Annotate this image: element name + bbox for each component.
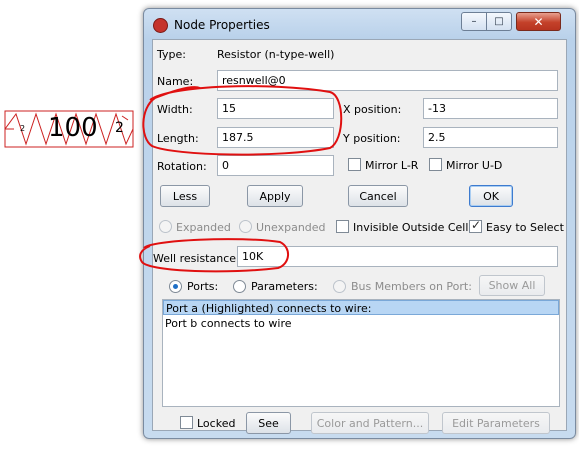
maximize-button[interactable]: □ xyxy=(486,12,512,31)
mirror-ud-checkbox[interactable] xyxy=(429,158,442,171)
color-and-pattern-button[interactable]: Color and Pattern... xyxy=(311,412,429,434)
type-value: Resistor (n-type-well) xyxy=(217,48,335,61)
unexpanded-radio[interactable] xyxy=(239,220,252,233)
close-icon: ✕ xyxy=(533,14,544,29)
rotation-field[interactable]: 0 xyxy=(217,155,334,176)
list-item[interactable]: Port b connects to wire xyxy=(163,316,559,331)
resistor-value-label: 100 xyxy=(48,113,98,143)
invisible-outside-cell-label: Invisible Outside Cell xyxy=(353,221,469,234)
ports-list[interactable]: Port a (Highlighted) connects to wire: P… xyxy=(162,299,560,407)
name-label: Name: xyxy=(157,75,194,88)
mirror-lr-checkbox[interactable] xyxy=(348,158,361,171)
right-pin-label: 2 xyxy=(115,120,124,136)
ports-radio[interactable] xyxy=(169,280,182,293)
parameters-label: Parameters: xyxy=(251,280,318,293)
mirror-ud-label: Mirror U-D xyxy=(446,159,503,172)
ok-button[interactable]: OK xyxy=(469,185,513,207)
list-item[interactable]: Port a (Highlighted) connects to wire: xyxy=(163,300,559,315)
edit-parameters-button[interactable]: Edit Parameters xyxy=(442,412,550,434)
x-position-label: X position: xyxy=(343,103,402,116)
show-all-button[interactable]: Show All xyxy=(479,275,545,296)
type-label: Type: xyxy=(157,48,186,61)
bus-members-radio[interactable] xyxy=(333,280,346,293)
window-title: Node Properties xyxy=(174,18,270,32)
y-position-label: Y position: xyxy=(343,132,401,145)
node-properties-window[interactable]: Node Properties – □ ✕ Type: Resistor (n-… xyxy=(143,8,576,439)
name-field[interactable]: resnwell@0 xyxy=(217,70,558,91)
unexpanded-label: Unexpanded xyxy=(256,221,326,234)
mirror-lr-label: Mirror L-R xyxy=(365,159,419,172)
locked-label: Locked xyxy=(197,417,236,430)
app-icon xyxy=(153,18,168,33)
y-position-field[interactable]: 2.5 xyxy=(423,127,558,148)
invisible-outside-cell-checkbox[interactable] xyxy=(336,220,349,233)
apply-button[interactable]: Apply xyxy=(247,185,303,207)
bus-members-label: Bus Members on Port: xyxy=(351,280,472,293)
x-position-field[interactable]: -13 xyxy=(423,98,558,119)
expanded-label: Expanded xyxy=(176,221,231,234)
maximize-icon: □ xyxy=(494,16,504,27)
cancel-button[interactable]: Cancel xyxy=(348,185,408,207)
well-resistance-label: Well resistance: xyxy=(153,252,240,265)
expanded-radio[interactable] xyxy=(159,220,172,233)
rotation-label: Rotation: xyxy=(157,160,207,173)
length-label: Length: xyxy=(157,132,199,145)
title-bar[interactable]: Node Properties – □ ✕ xyxy=(144,9,575,39)
dialog-body: Type: Resistor (n-type-well) Name: resnw… xyxy=(152,39,567,434)
left-pin-label: 2 xyxy=(20,124,26,133)
easy-to-select-checkbox[interactable] xyxy=(469,218,482,233)
length-field[interactable]: 187.5 xyxy=(217,127,334,148)
locked-checkbox[interactable] xyxy=(180,416,193,429)
parameters-radio[interactable] xyxy=(233,280,246,293)
width-label: Width: xyxy=(157,103,193,116)
well-resistance-field[interactable]: 10K xyxy=(237,246,558,267)
minimize-button[interactable]: – xyxy=(461,12,487,31)
ports-label: Ports: xyxy=(187,280,219,293)
width-field[interactable]: 15 xyxy=(217,98,334,119)
see-button[interactable]: See xyxy=(246,412,291,434)
resistor-schematic[interactable]: 2 100 2 xyxy=(4,110,134,148)
close-button[interactable]: ✕ xyxy=(516,12,561,31)
easy-to-select-label: Easy to Select xyxy=(486,221,564,234)
minimize-icon: – xyxy=(471,16,477,27)
less-button[interactable]: Less xyxy=(160,185,210,207)
